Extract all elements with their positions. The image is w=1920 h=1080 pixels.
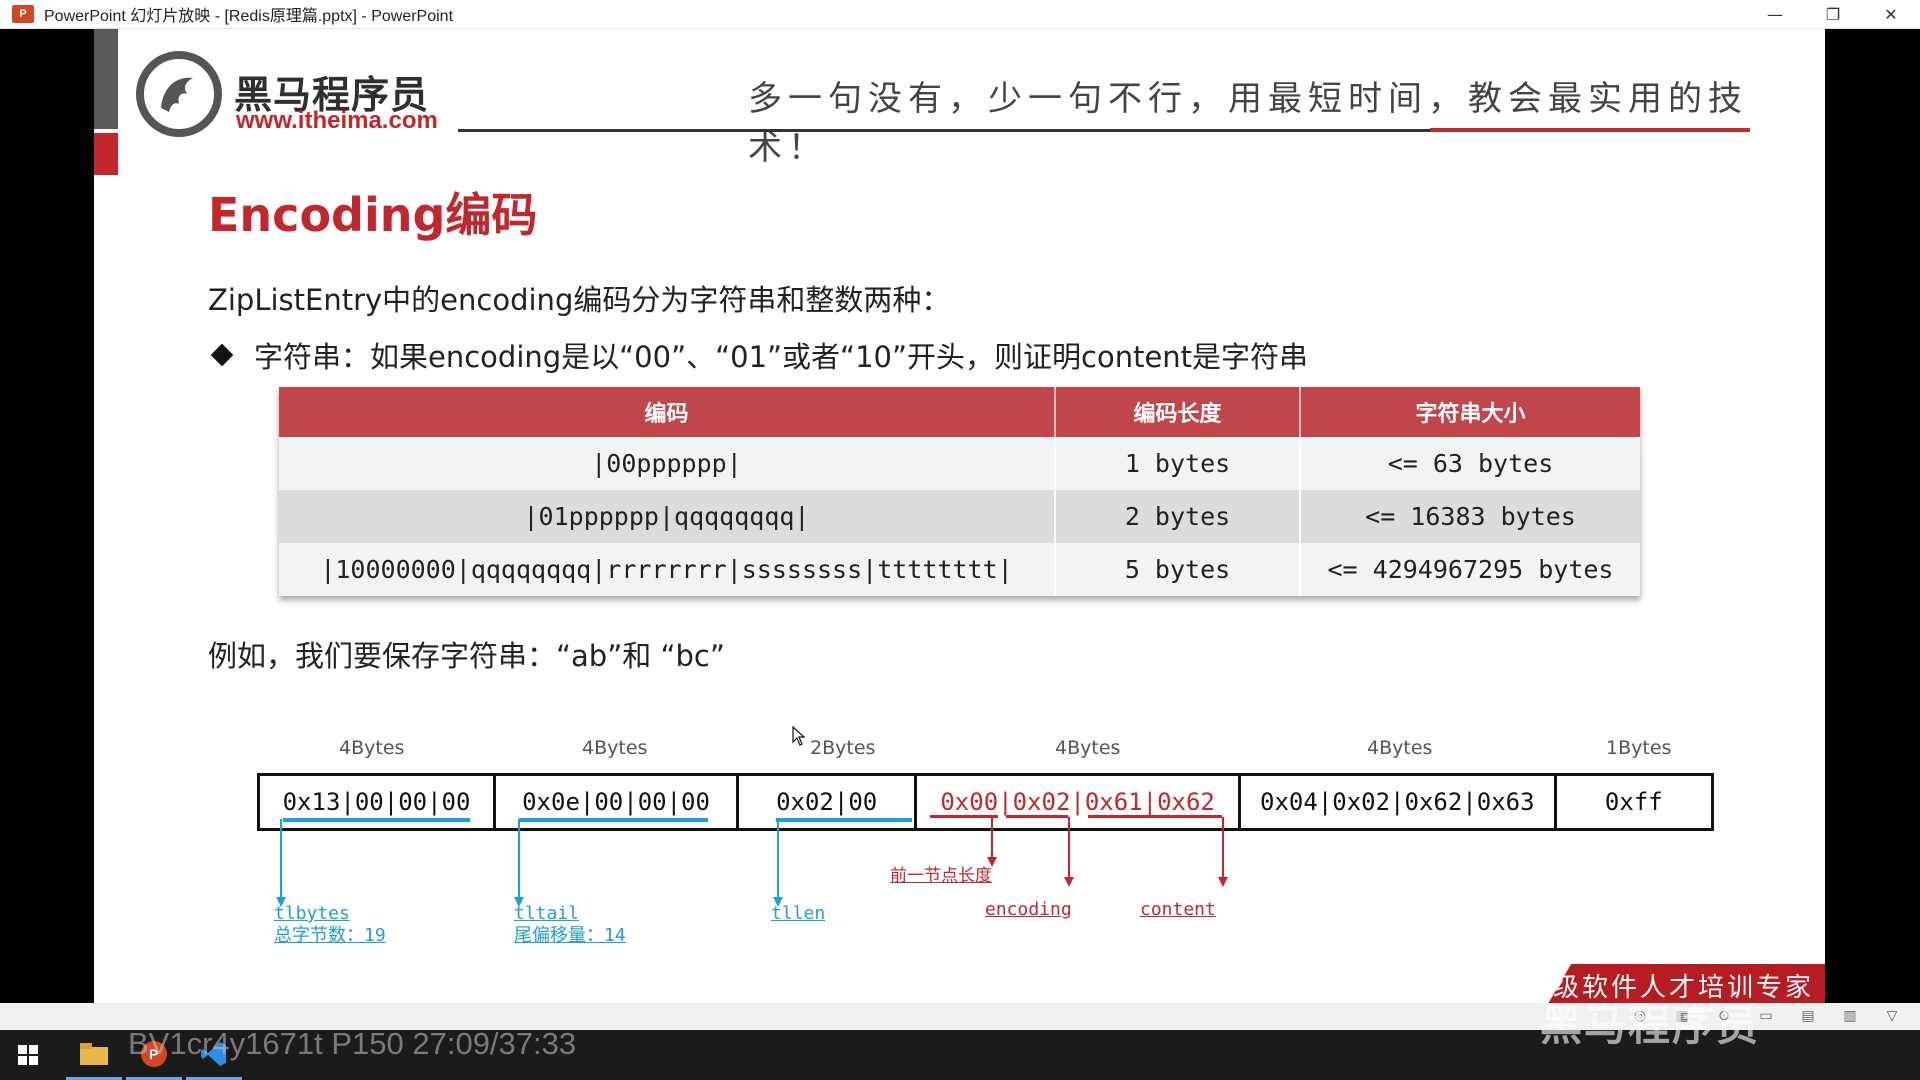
header-length: 编码长度 (1055, 387, 1301, 437)
powerpoint-icon: P (12, 5, 34, 23)
byte-cell-entry-2: 0x04|0x02|0x62|0x63 (1241, 776, 1557, 828)
table-cell: |01pppppp|qqqqqqqq| (279, 490, 1056, 543)
arrow-down-icon (1064, 877, 1074, 887)
arrow-line (1222, 817, 1224, 879)
byte-cell-entry-1: 0x00|0x02|0x61|0x62 (917, 776, 1241, 828)
sorter-view-icon[interactable]: ▤ (1798, 1007, 1818, 1025)
table-row: |10000000|qqqqqqqq|rrrrrrrr|ssssssss|ttt… (279, 543, 1640, 596)
arrow-line (280, 819, 282, 899)
slideshow-view-icon[interactable]: ▽ (1882, 1007, 1902, 1025)
header-encoding: 编码 (279, 387, 1056, 437)
bullet-string: 字符串：如果encoding是以“00”、“01”或者“10”开头，则证明con… (208, 334, 1308, 376)
table-cell: 2 bytes (1055, 490, 1301, 543)
header-divider-accent (1430, 128, 1750, 132)
size-label: 1Bytes (1606, 737, 1672, 759)
size-label: 4Bytes (1367, 737, 1433, 759)
size-label: 4Bytes (339, 737, 405, 759)
table-row: |01pppppp|qqqqqqqq| 2 bytes <= 16383 byt… (279, 490, 1640, 543)
table-cell: 5 bytes (1055, 543, 1301, 596)
underline-tltail (519, 818, 708, 822)
annotation-prev-length: 前一节点长度 (890, 866, 992, 886)
arrow-line (777, 819, 779, 899)
restore-button[interactable]: ❐ (1804, 0, 1862, 28)
window-title-bar: P PowerPoint 幻灯片放映 - [Redis原理篇.pptx] - P… (0, 0, 1920, 29)
video-watermark: BV1cr4y1671t P150 27:09/37:33 (128, 1026, 577, 1061)
underline-encoding (1006, 815, 1068, 818)
slide[interactable]: 黑马程序员 www.itheima.com 多一句没有，少一句不行，用最短时间，… (94, 29, 1825, 1003)
example-text: 例如，我们要保存字符串：“ab”和 “bc” (208, 639, 725, 673)
table-cell: 1 bytes (1055, 437, 1301, 490)
slogan: 多一句没有，少一句不行，用最短时间，教会最实用的技术！ (748, 79, 1748, 168)
size-label: 4Bytes (582, 737, 648, 759)
decor-bar-red (94, 133, 118, 175)
bullet-text: 字符串：如果encoding是以“00”、“01”或者“10”开头，则证明con… (254, 340, 1309, 374)
size-label: 2Bytes (810, 737, 876, 759)
annotation-tlbytes: tlbytes 总字节数：19 (274, 903, 386, 946)
window-title: PowerPoint 幻灯片放映 - [Redis原理篇.pptx] - Pow… (44, 8, 454, 25)
arrow-line (518, 819, 520, 899)
table-cell: <= 4294967295 bytes (1300, 543, 1640, 596)
arrow-line (1068, 817, 1070, 879)
header-size: 字符串大小 (1300, 387, 1640, 437)
table-cell: <= 63 bytes (1300, 437, 1640, 490)
arrow-down-icon (1218, 877, 1228, 887)
file-explorer-icon[interactable] (66, 1030, 122, 1080)
underline-tlbytes (283, 818, 470, 822)
table-cell: |10000000|qqqqqqqq|rrrrrrrr|ssssssss|ttt… (279, 543, 1056, 596)
minimize-button[interactable]: — (1746, 0, 1804, 28)
encoding-table: 编码 编码长度 字符串大小 |00pppppp| 1 bytes <= 63 b… (279, 387, 1640, 596)
byte-cell-zlend: 0xff (1604, 788, 1663, 816)
annotation-content: content (1140, 899, 1216, 920)
annotation-encoding: encoding (985, 899, 1072, 920)
reading-view-icon[interactable]: ▥ (1840, 1007, 1860, 1025)
ziplist-bytes-row: 0x13|00|00|00 0x0e|00|00|00 0x02|00 0x00… (257, 773, 1714, 831)
arrow-line (991, 817, 993, 859)
annotation-tllen: tllen (771, 903, 826, 924)
underline-content (1088, 815, 1222, 818)
diamond-bullet-icon (210, 343, 234, 367)
close-button[interactable]: ✕ (1862, 0, 1920, 28)
table-row: |00pppppp| 1 bytes <= 63 bytes (279, 437, 1640, 490)
mouse-cursor-icon (792, 726, 806, 746)
logo-url: www.itheima.com (236, 107, 438, 134)
decor-bar-gray (94, 29, 118, 129)
underline-prevlen (930, 815, 998, 818)
table-cell: <= 16383 bytes (1300, 490, 1640, 543)
annotation-tltail: tltail 尾偏移量：14 (514, 903, 626, 946)
video-watermark-logo: 黑马程序员 (1540, 1001, 1761, 1050)
size-label: 4Bytes (1055, 737, 1121, 759)
intro-text: ZipListEntry中的encoding编码分为字符串和整数两种： (208, 283, 951, 317)
horse-logo-icon (136, 51, 222, 137)
slide-heading: Encoding编码 (208, 188, 538, 242)
underline-tllen (776, 818, 912, 822)
table-cell: |00pppppp| (279, 437, 1056, 490)
windows-start-icon[interactable] (0, 1030, 56, 1080)
